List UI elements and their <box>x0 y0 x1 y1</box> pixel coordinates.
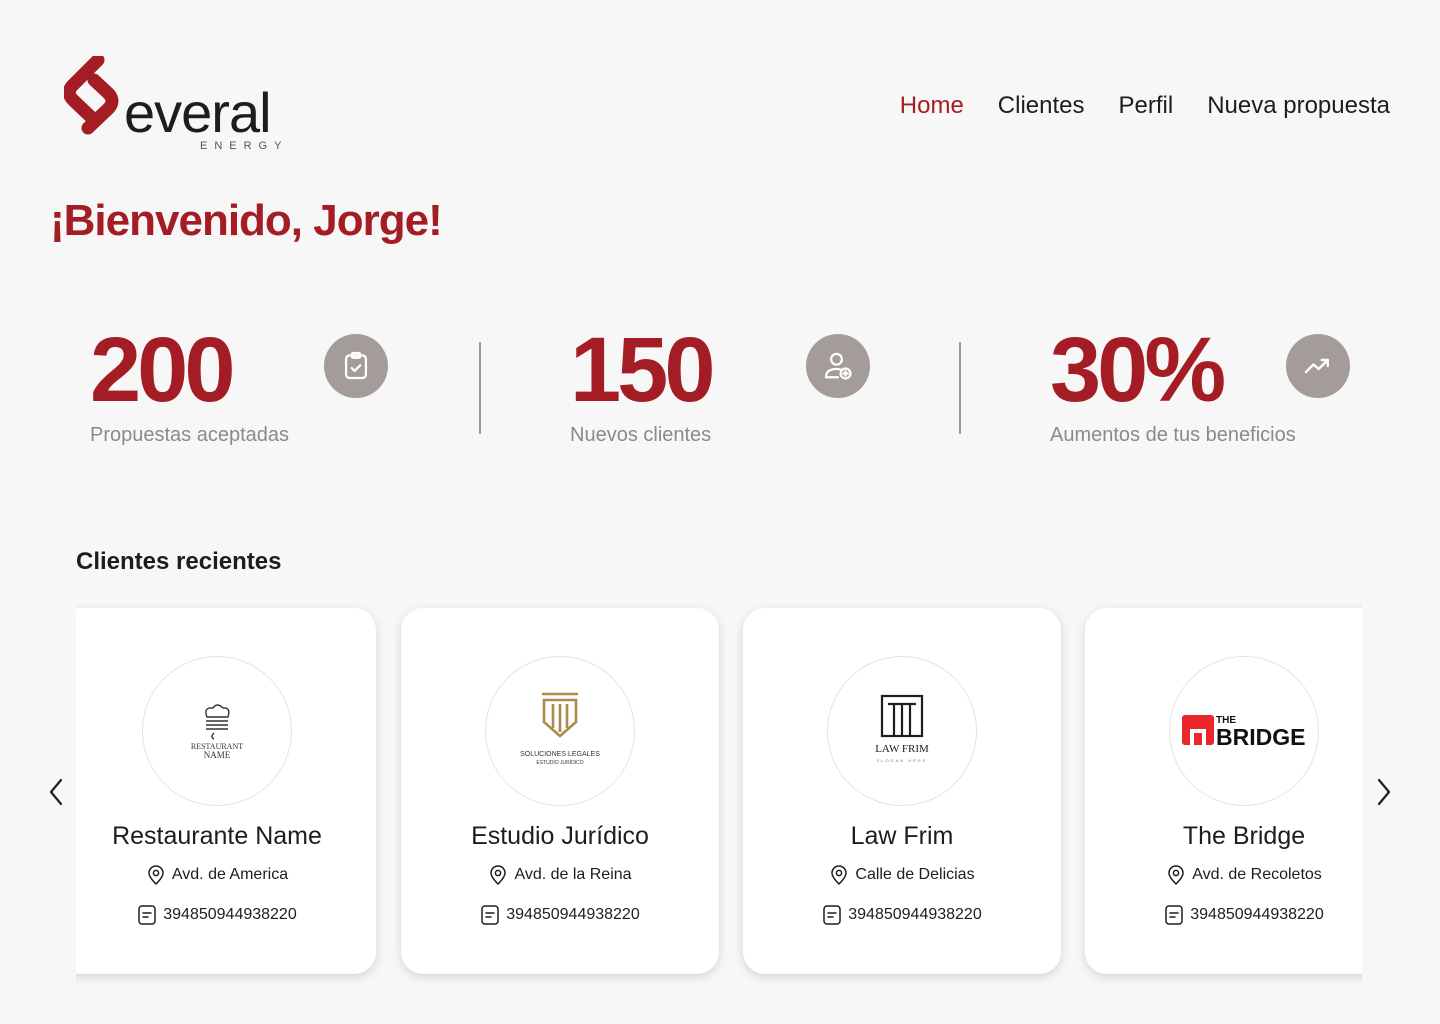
stat-clientes: 150 Nuevos clientes <box>570 320 910 460</box>
logo-line: LAW FRIM <box>875 743 929 755</box>
client-code-row: 394850944938220 <box>1085 904 1362 926</box>
client-card[interactable]: LAW FRIM SLOGAN HERE Law Frim Calle de D… <box>743 608 1061 974</box>
document-icon <box>481 905 499 925</box>
main-nav: Home Clientes Perfil Nueva propuesta <box>900 92 1390 120</box>
client-address: Avd. de America <box>171 866 289 883</box>
logo-line: BRIDGE <box>1216 724 1305 750</box>
client-code: 394850944938220 <box>163 906 297 923</box>
chevron-right-icon <box>1377 778 1391 806</box>
client-address: Avd. de la Reina <box>514 866 632 883</box>
location-pin-icon <box>148 865 164 886</box>
location-pin-icon <box>490 865 507 886</box>
stat-value: 150 <box>570 319 715 421</box>
logo-line: ESTUDIO JURÍDICO <box>536 759 583 766</box>
client-code: 394850944938220 <box>848 906 982 923</box>
client-address-row: Avd. de Recoletos <box>1085 864 1362 886</box>
client-address: Avd. de Recoletos <box>1192 866 1322 883</box>
client-name: The Bridge <box>1182 822 1306 850</box>
stat-propuestas: 200 Propuestas aceptadas <box>90 320 430 460</box>
location-pin-icon <box>1168 865 1184 886</box>
carousel-prev-button[interactable] <box>44 776 68 808</box>
client-name: Restaurante Name <box>112 822 322 850</box>
trending-up-icon <box>1286 334 1350 398</box>
client-name: Law Frim <box>850 822 954 850</box>
stat-value: 30% <box>1050 319 1226 421</box>
client-code: 394850944938220 <box>1190 906 1324 923</box>
recent-clients-title: Clientes recientes <box>76 548 282 575</box>
logo-line: SOLUCIONES LEGALES <box>520 751 600 758</box>
stat-divider <box>959 342 961 434</box>
client-code-row: 394850944938220 <box>76 904 376 926</box>
clipboard-check-icon <box>324 334 388 398</box>
nav-home[interactable]: Home <box>900 92 964 120</box>
stat-value: 200 <box>90 319 235 421</box>
user-add-icon <box>806 334 870 398</box>
client-logo: SOLUCIONES LEGALES ESTUDIO JURÍDICO <box>485 656 635 806</box>
client-code-row: 394850944938220 <box>743 904 1061 926</box>
welcome-heading: ¡Bienvenido, Jorge! <box>50 196 443 245</box>
stat-label: Propuestas aceptadas <box>90 424 290 446</box>
stat-label: Aumentos de tus beneficios <box>1050 424 1296 446</box>
logo-line: SLOGAN HERE <box>877 758 928 763</box>
location-pin-icon <box>831 865 848 886</box>
client-address-row: Avd. de America <box>76 864 376 886</box>
nav-nueva-propuesta[interactable]: Nueva propuesta <box>1207 92 1390 120</box>
client-address-row: Avd. de la Reina <box>401 864 719 886</box>
client-card[interactable]: RESTAURANT NAME Restaurante Name Avd. de… <box>76 608 376 974</box>
document-icon <box>138 905 156 925</box>
client-logo: THE BRIDGE <box>1169 656 1319 806</box>
recent-clients-carousel: RESTAURANT NAME Restaurante Name Avd. de… <box>76 596 1362 996</box>
stat-beneficios: 30% Aumentos de tus beneficios <box>1050 320 1390 460</box>
brand-wordmark: everal <box>124 81 272 144</box>
client-code: 394850944938220 <box>506 906 640 923</box>
client-address: Calle de Delicias <box>855 866 975 883</box>
client-code-row: 394850944938220 <box>401 904 719 926</box>
brand-logo[interactable]: everal ENERGY <box>64 56 294 156</box>
chevron-left-icon <box>49 778 63 806</box>
brand-subtitle: ENERGY <box>200 140 289 152</box>
client-card[interactable]: SOLUCIONES LEGALES ESTUDIO JURÍDICO Estu… <box>401 608 719 974</box>
client-card[interactable]: THE BRIDGE The Bridge Avd. de Recoletos … <box>1085 608 1362 974</box>
client-address-row: Calle de Delicias <box>743 864 1061 886</box>
stat-divider <box>479 342 481 434</box>
document-icon <box>823 905 841 925</box>
document-icon <box>1165 905 1183 925</box>
stat-label: Nuevos clientes <box>570 424 712 446</box>
nav-perfil[interactable]: Perfil <box>1119 92 1174 120</box>
client-logo: RESTAURANT NAME <box>142 656 292 806</box>
carousel-next-button[interactable] <box>1372 776 1396 808</box>
client-logo: LAW FRIM SLOGAN HERE <box>827 656 977 806</box>
client-name: Estudio Jurídico <box>471 822 649 850</box>
nav-clientes[interactable]: Clientes <box>998 92 1085 120</box>
logo-line: NAME <box>204 750 231 760</box>
